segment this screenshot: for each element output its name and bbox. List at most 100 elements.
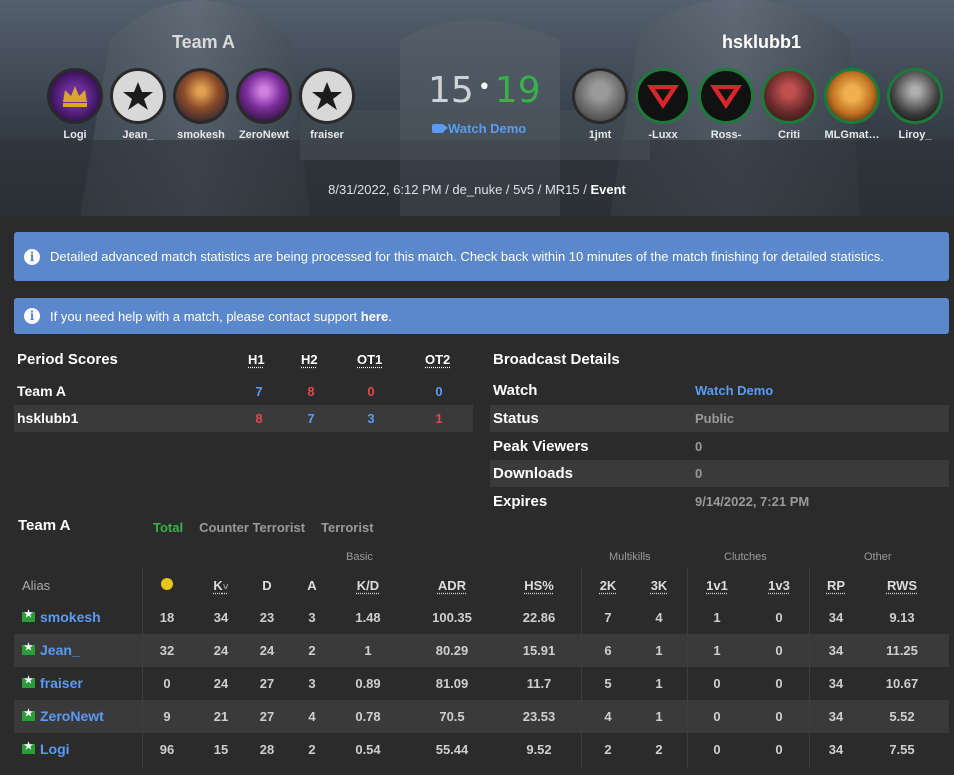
broadcast-watch-demo-link[interactable]: Watch Demo xyxy=(695,383,773,398)
match-info: 8/31/2022, 6:12 PM / de_nuke / 5v5 / MR1… xyxy=(328,182,591,197)
col-2k[interactable]: 2K xyxy=(596,578,620,593)
col-kills[interactable]: K˅ xyxy=(206,578,236,593)
stats-tabs: Total Counter Terrorist Terrorist xyxy=(153,520,374,535)
stat-hs: 22.86 xyxy=(522,610,556,625)
col-rp[interactable]: RP xyxy=(824,578,848,593)
player-name[interactable]: smokesh xyxy=(173,129,229,141)
player-alias-link[interactable]: Logi xyxy=(22,741,70,757)
col-adr[interactable]: ADR xyxy=(432,578,472,593)
header-ot1: OT1 xyxy=(357,352,383,367)
stat-adr-rank: 0 xyxy=(163,676,171,691)
player-card[interactable]: Criti xyxy=(761,68,817,141)
stat-adr-rank: 96 xyxy=(159,742,175,757)
player-card[interactable]: fraiser xyxy=(299,68,355,141)
team-b-name[interactable]: hsklubb1 xyxy=(722,32,801,53)
v-logo-icon xyxy=(710,85,742,109)
player-avatar xyxy=(47,68,103,124)
player-card[interactable]: Ross- xyxy=(698,68,754,141)
player-card[interactable]: 1jmt xyxy=(572,68,628,141)
player-avatar xyxy=(887,68,943,124)
player-name[interactable]: 1jmt xyxy=(572,129,628,141)
help-prefix: If you need help with a match, please co… xyxy=(50,308,361,324)
stat-2k: 2 xyxy=(604,742,612,757)
col-hs[interactable]: HS% xyxy=(519,578,559,593)
player-alias-link[interactable]: Jean_ xyxy=(22,642,80,658)
period-value: 0 xyxy=(435,384,443,399)
watch-demo-link[interactable]: Watch Demo xyxy=(432,121,526,136)
period-team-name: Team A xyxy=(17,383,67,399)
broadcast-row-peak-viewers: Peak Viewers 0 xyxy=(490,433,949,460)
col-deaths[interactable]: D xyxy=(257,578,277,593)
stat-rp: 34 xyxy=(828,643,844,658)
stat-kd: 0.89 xyxy=(355,676,381,691)
player-card[interactable]: Jean_ xyxy=(110,68,166,141)
player-avatar xyxy=(173,68,229,124)
col-kd[interactable]: K/D xyxy=(353,578,383,593)
stat-1v3: 0 xyxy=(775,643,783,658)
stat-2k: 7 xyxy=(604,610,612,625)
stat-2k: 6 xyxy=(604,643,612,658)
col-alias[interactable]: Alias xyxy=(22,578,82,593)
player-name[interactable]: Ross- xyxy=(698,129,754,141)
col-3k[interactable]: 3K xyxy=(647,578,671,593)
team-b-score: 19 xyxy=(494,70,541,111)
player-name[interactable]: fraiser xyxy=(299,129,355,141)
stat-kd: 0.78 xyxy=(355,709,381,724)
tab-counter-terrorist[interactable]: Counter Terrorist xyxy=(199,520,305,535)
broadcast-row-status: Status Public xyxy=(490,405,949,432)
stat-rws: 9.13 xyxy=(889,610,915,625)
player-name[interactable]: Liroy_ xyxy=(887,129,943,141)
stat-hs: 15.91 xyxy=(522,643,556,658)
header-h2: H2 xyxy=(301,352,318,367)
player-name[interactable]: Jean_ xyxy=(110,129,166,141)
stat-rws: 10.67 xyxy=(885,676,919,691)
player-card[interactable]: -Luxx xyxy=(635,68,691,141)
col-adr-rank[interactable] xyxy=(157,578,177,593)
team-flag-icon xyxy=(22,642,35,655)
team-a-name[interactable]: Team A xyxy=(172,32,235,53)
stat-hs: 9.52 xyxy=(526,742,552,757)
support-link[interactable]: here xyxy=(361,309,388,324)
col-1v3[interactable]: 1v3 xyxy=(765,578,793,593)
stat-deaths: 23 xyxy=(259,610,275,625)
stat-adr-rank: 9 xyxy=(163,709,171,724)
stat-kills: 21 xyxy=(213,709,229,724)
player-alias: fraiser xyxy=(40,675,83,691)
stat-1v1: 0 xyxy=(713,742,721,757)
player-card[interactable]: ZeroNewt xyxy=(236,68,292,141)
player-name[interactable]: ZeroNewt xyxy=(236,129,292,141)
player-card[interactable]: Logi xyxy=(47,68,103,141)
tab-terrorist[interactable]: Terrorist xyxy=(321,520,374,535)
stat-kd: 0.54 xyxy=(355,742,381,757)
broadcast-key: Peak Viewers xyxy=(493,438,589,455)
stat-kills: 24 xyxy=(213,676,229,691)
player-alias: smokesh xyxy=(40,609,101,625)
broadcast-value: Public xyxy=(695,411,735,426)
broadcast-row-downloads: Downloads 0 xyxy=(490,460,949,487)
team-a-score: 15 xyxy=(428,70,474,111)
player-name[interactable]: Logi xyxy=(47,129,103,141)
stat-assists: 3 xyxy=(308,610,316,625)
stat-assists: 2 xyxy=(308,742,316,757)
tab-total[interactable]: Total xyxy=(153,520,183,535)
player-card[interactable]: smokesh xyxy=(173,68,229,141)
stat-3k: 1 xyxy=(655,676,663,691)
v-logo-icon xyxy=(647,85,679,109)
player-name[interactable]: Criti xyxy=(761,129,817,141)
player-alias: Logi xyxy=(40,741,70,757)
event-link[interactable]: Event xyxy=(590,182,625,197)
col-rws[interactable]: RWS xyxy=(882,578,922,593)
stat-adr: 55.44 xyxy=(435,742,469,757)
player-alias-link[interactable]: ZeroNewt xyxy=(22,708,104,724)
stat-adr: 80.29 xyxy=(435,643,469,658)
player-card[interactable]: MLGmat… xyxy=(824,68,880,141)
col-1v1[interactable]: 1v1 xyxy=(703,578,731,593)
player-name[interactable]: -Luxx xyxy=(635,129,691,141)
player-alias-link[interactable]: fraiser xyxy=(22,675,83,691)
col-assists[interactable]: A xyxy=(302,578,322,593)
stat-deaths: 24 xyxy=(259,643,275,658)
player-alias-link[interactable]: smokesh xyxy=(22,609,101,625)
player-card[interactable]: Liroy_ xyxy=(887,68,943,141)
player-avatar xyxy=(761,68,817,124)
player-name[interactable]: MLGmat… xyxy=(824,129,880,141)
